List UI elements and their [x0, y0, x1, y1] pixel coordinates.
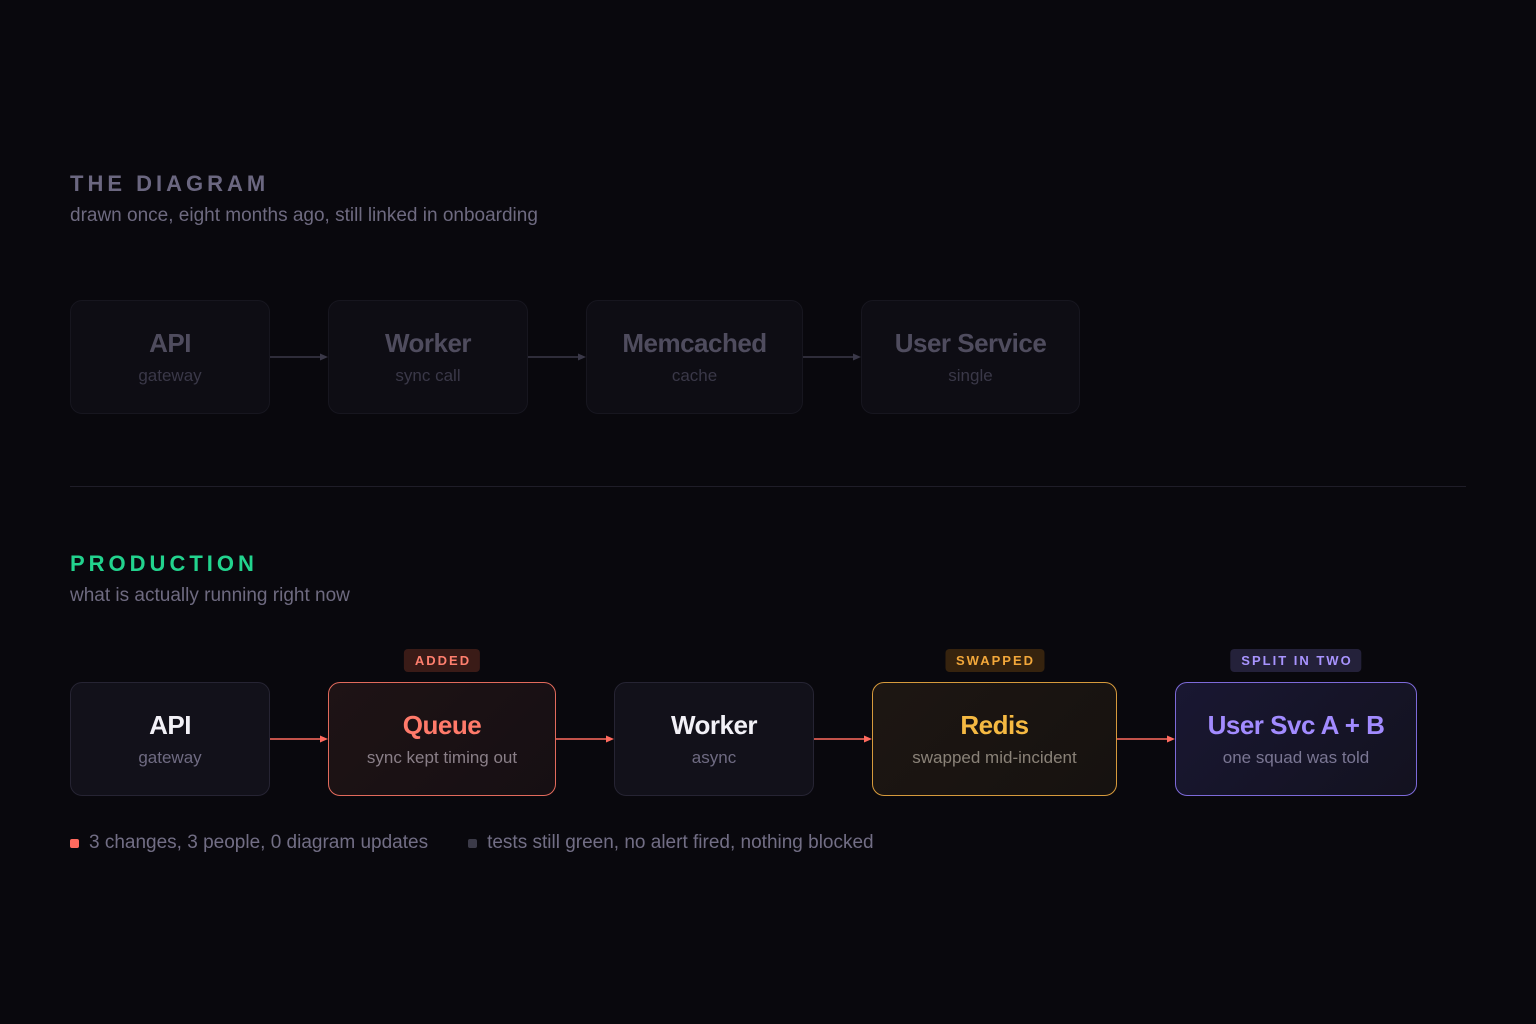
split-badge: SPLIT IN TWO [1230, 649, 1362, 673]
node-desc: single [948, 366, 993, 385]
node-title: API [149, 710, 191, 740]
node-desc: async [691, 748, 737, 767]
node-desc: gateway [138, 366, 202, 385]
legend-text: 3 changes, 3 people, 0 diagram updates [89, 832, 429, 853]
production-node-api: API gateway [70, 682, 270, 796]
production-node-user-svc: SPLIT IN TWO User Svc A + B one squad wa… [1175, 649, 1417, 796]
diagram-node-worker: Worker sync call [328, 300, 528, 414]
grey-square-icon [468, 838, 478, 848]
production-flow: API gateway ADDED Queue sync kept timing… [70, 649, 1417, 796]
arrow-right-icon [556, 735, 614, 743]
diagram-heading: THE DIAGRAM [70, 171, 270, 196]
node-desc: gateway [138, 748, 202, 767]
swapped-badge: SWAPPED [944, 649, 1045, 673]
red-square-icon [70, 838, 79, 848]
node-title: User Service [894, 328, 1047, 358]
node-desc: sync kept timing out [366, 748, 518, 767]
production-node-queue: ADDED Queue sync kept timing out [328, 649, 556, 796]
legend-item: tests still green, no alert fired, nothi… [468, 832, 874, 854]
added-badge: ADDED [403, 649, 481, 673]
arrow-right-icon [803, 353, 861, 361]
legend-item: 3 changes, 3 people, 0 diagram updates [70, 832, 428, 854]
production-subtitle: what is actually running right now [70, 585, 350, 606]
production-heading: PRODUCTION [70, 551, 258, 576]
legend-text: tests still green, no alert fired, nothi… [487, 832, 874, 853]
diagram-flow: API gateway Worker sync call Memcached c… [70, 300, 1080, 414]
node-title: Memcached [622, 328, 767, 358]
arrow-right-icon [1117, 735, 1175, 743]
diagram-node-user-service: User Service single [861, 300, 1080, 414]
arrow-right-icon [270, 735, 328, 743]
node-title: API [149, 328, 191, 358]
node-desc: one squad was told [1222, 748, 1370, 767]
legend: 3 changes, 3 people, 0 diagram updates t… [70, 832, 914, 854]
node-title: User Svc A + B [1207, 710, 1385, 740]
diagram-node-api: API gateway [70, 300, 270, 414]
node-desc: sync call [395, 366, 461, 385]
node-title: Worker [384, 328, 472, 358]
page: THE DIAGRAM drawn once, eight months ago… [0, 0, 1536, 1024]
diagram-node-memcached: Memcached cache [586, 300, 803, 414]
diagram-subtitle: drawn once, eight months ago, still link… [70, 205, 538, 226]
node-title: Redis [960, 710, 1029, 740]
arrow-right-icon [814, 735, 872, 743]
arrow-right-icon [528, 353, 586, 361]
node-title: Worker [670, 710, 758, 740]
production-node-worker: Worker async [614, 682, 814, 796]
production-node-redis: SWAPPED Redis swapped mid-incident [872, 649, 1117, 796]
node-desc: swapped mid-incident [912, 748, 1077, 767]
node-title: Queue [402, 710, 482, 740]
node-desc: cache [671, 366, 718, 385]
section-divider [70, 486, 1466, 487]
arrow-right-icon [270, 353, 328, 361]
